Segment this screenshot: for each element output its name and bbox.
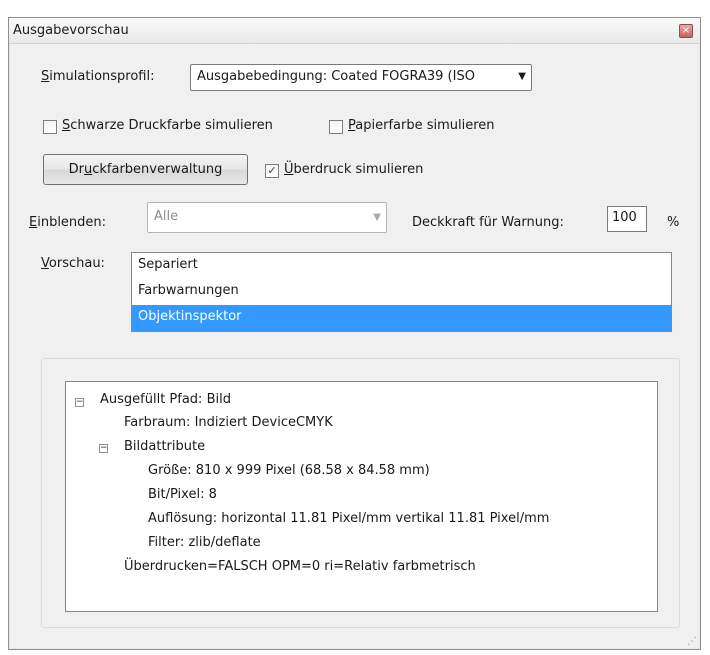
object-inspector-panel: − Ausgefüllt Pfad: Bild Farbraum: Indizi…: [41, 358, 680, 628]
tree-node-root[interactable]: Ausgefüllt Pfad: Bild: [100, 392, 231, 407]
simulate-paper-color-checkbox[interactable]: [329, 120, 343, 134]
tree-node-filter[interactable]: Filter: zlib/deflate: [148, 535, 261, 550]
output-preview-dialog: Ausgabevorschau × Simulationsprofil: Aus…: [8, 17, 701, 650]
show-dropdown[interactable]: Alle ▼: [147, 202, 387, 233]
show-value: Alle: [154, 209, 179, 224]
check-icon: ✓: [267, 164, 277, 177]
tree-node-overprint[interactable]: Überdrucken=FALSCH OPM=0 ri=Relativ farb…: [124, 559, 476, 574]
simulate-paper-color-label[interactable]: Papierfarbe simulieren: [348, 118, 495, 133]
ink-manager-label-part: Dr: [68, 162, 84, 177]
close-icon: ×: [681, 25, 691, 36]
simulation-profile-dropdown[interactable]: Ausgabebedingung: Coated FOGRA39 (ISO ▼: [190, 64, 532, 91]
dropdown-arrow-icon: ▼: [373, 212, 381, 223]
close-button[interactable]: ×: [679, 24, 693, 38]
tree-node-size[interactable]: Größe: 810 x 999 Pixel (68.58 x 84.58 mm…: [148, 463, 430, 478]
tree-node-color-space[interactable]: Farbraum: Indiziert DeviceCMYK: [124, 415, 333, 430]
preview-listbox[interactable]: Separiert Farbwarnungen Objektinspektor: [131, 252, 672, 332]
object-tree[interactable]: − Ausgefüllt Pfad: Bild Farbraum: Indizi…: [65, 381, 658, 612]
resize-grip-icon[interactable]: ⋰: [687, 636, 697, 647]
collapse-icon[interactable]: −: [99, 444, 108, 453]
preview-option-color-warnings[interactable]: Farbwarnungen: [132, 279, 671, 305]
simulation-profile-label: Simulationsprofil:: [41, 69, 155, 84]
simulate-black-ink-label[interactable]: Schwarze Druckfarbe simulieren: [62, 118, 273, 133]
warning-opacity-input[interactable]: 100: [607, 206, 647, 232]
simulate-black-ink-checkbox[interactable]: [43, 120, 57, 134]
percent-unit: %: [667, 215, 680, 230]
simulate-overprint-label[interactable]: Überdruck simulieren: [284, 162, 423, 177]
dialog-title: Ausgabevorschau: [13, 23, 129, 38]
ink-manager-button[interactable]: Druckfarbenverwaltung: [43, 154, 248, 185]
preview-option-object-inspector[interactable]: Objektinspektor: [132, 305, 671, 331]
simulation-profile-value: Ausgabebedingung: Coated FOGRA39 (ISO: [197, 69, 475, 84]
title-bar: Ausgabevorschau ×: [9, 18, 700, 44]
preview-option-separated[interactable]: Separiert: [132, 253, 671, 279]
tree-node-image-attributes[interactable]: Bildattribute: [124, 439, 205, 454]
collapse-icon[interactable]: −: [75, 398, 84, 407]
tree-node-bits[interactable]: Bit/Pixel: 8: [148, 487, 217, 502]
dropdown-arrow-icon: ▼: [518, 71, 526, 82]
show-label: Einblenden:: [29, 215, 107, 230]
ink-manager-label-part: ckfarbenverwaltung: [92, 162, 223, 177]
ink-manager-label-part: u: [83, 162, 93, 177]
warning-opacity-label: Deckkraft für Warnung:: [412, 215, 564, 230]
tree-node-resolution[interactable]: Auflösung: horizontal 11.81 Pixel/mm ver…: [148, 511, 549, 526]
simulate-overprint-checkbox[interactable]: ✓: [265, 164, 279, 178]
preview-label: Vorschau:: [41, 256, 105, 271]
